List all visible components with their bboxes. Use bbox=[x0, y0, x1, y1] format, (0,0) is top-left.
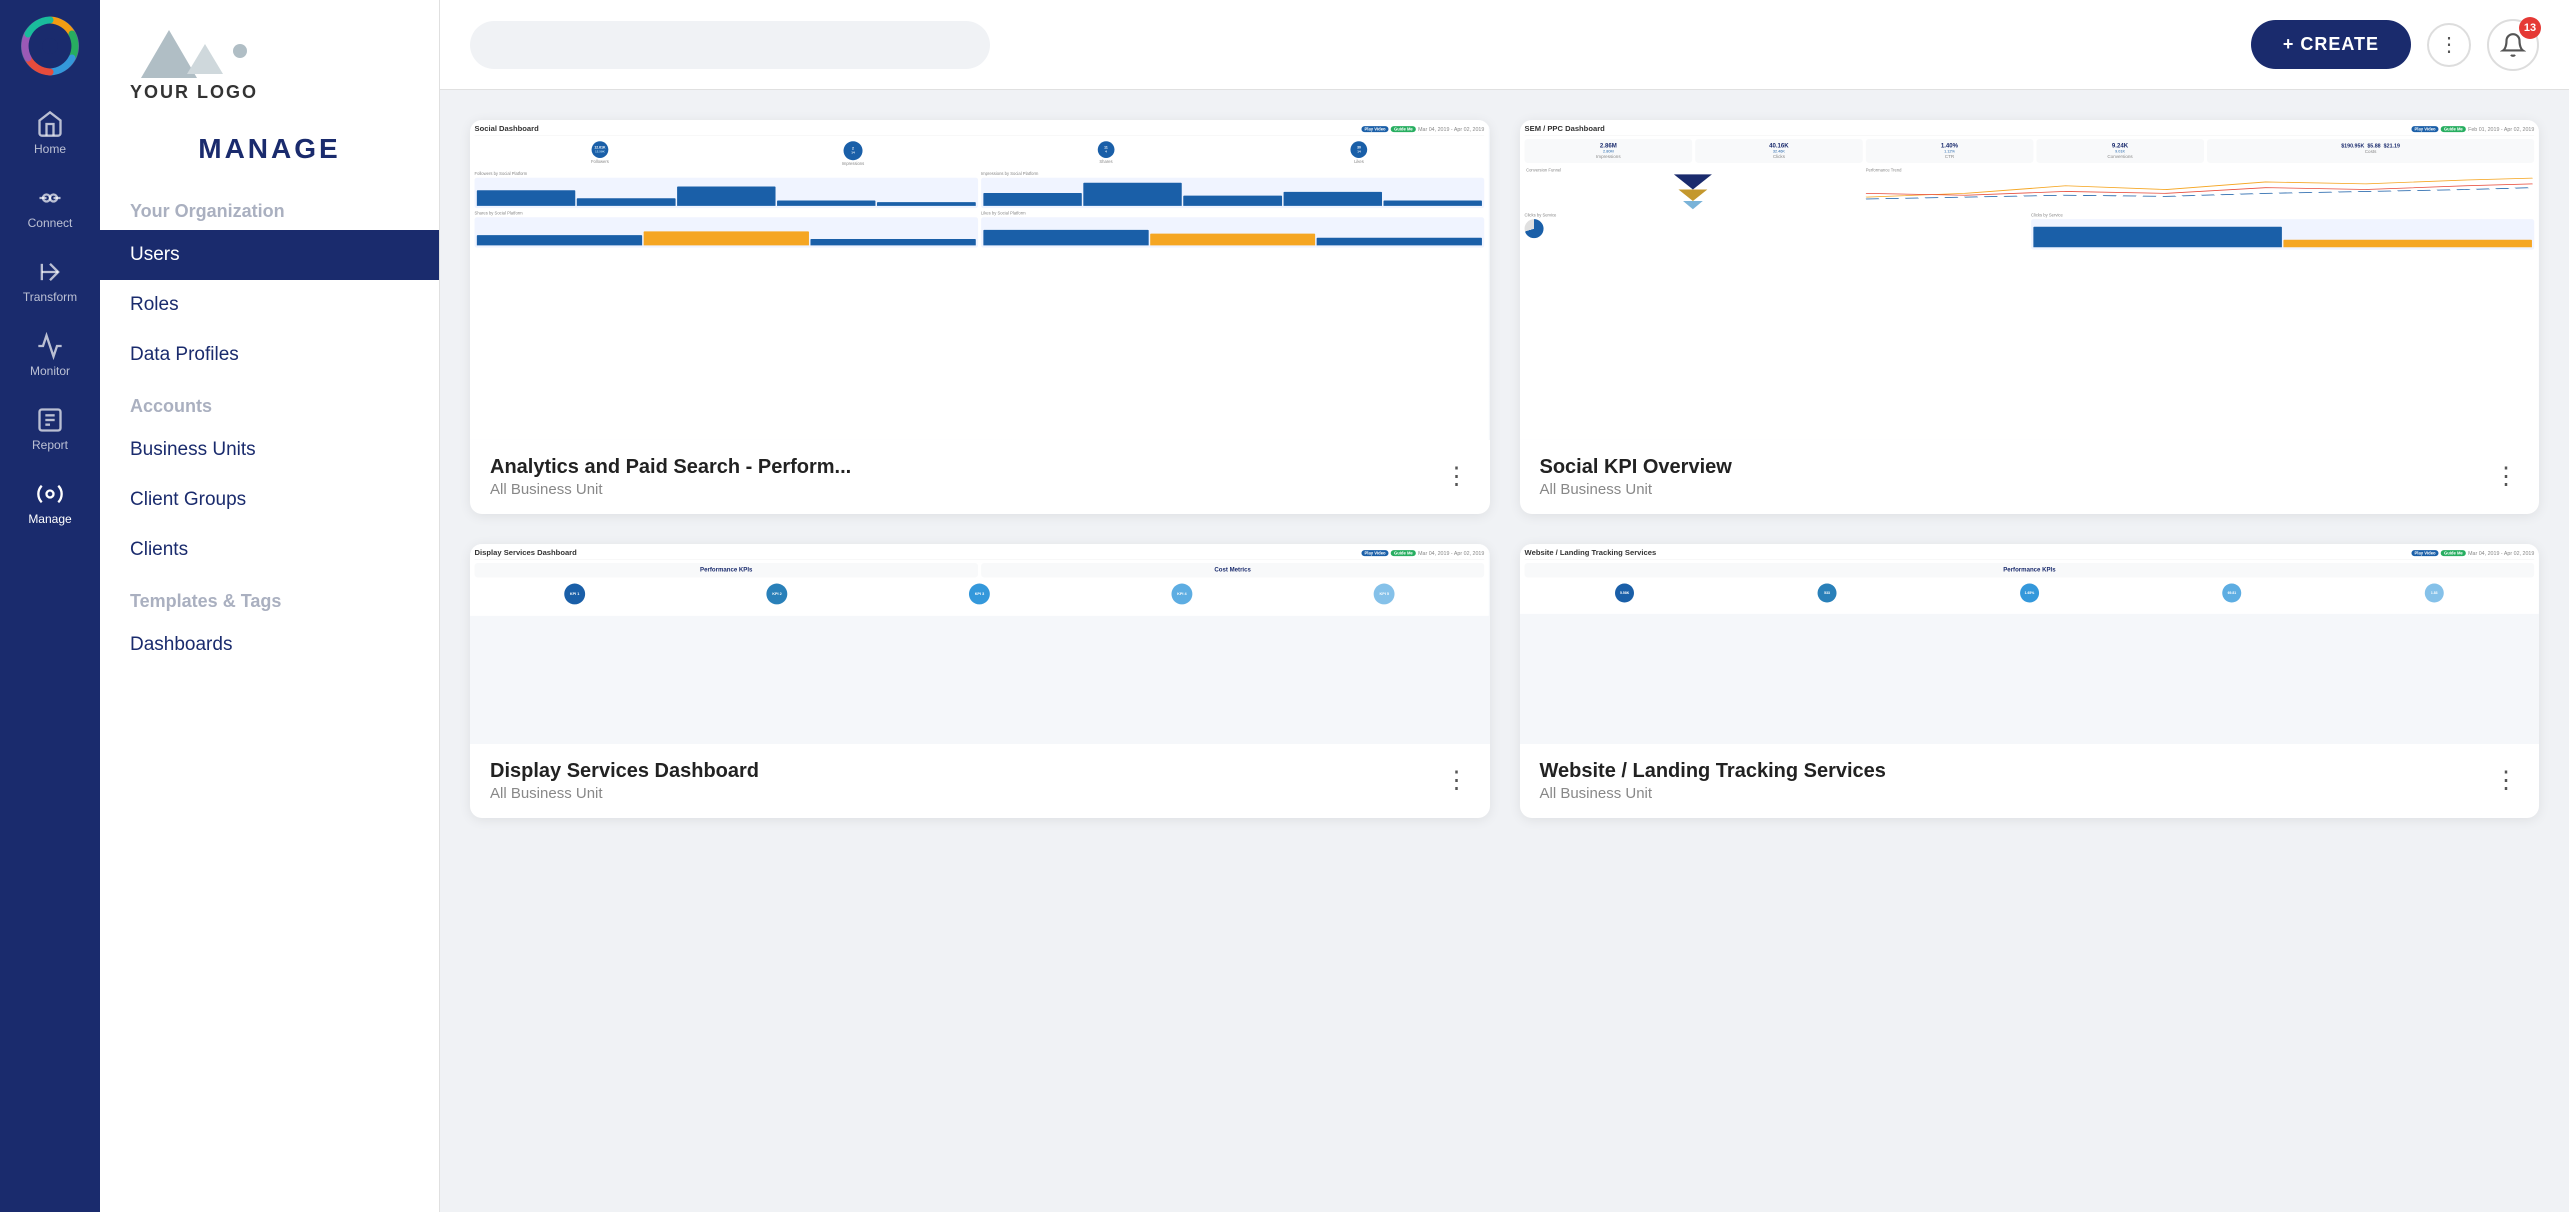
card-title-4: Website / Landing Tracking Services bbox=[1540, 760, 1886, 783]
card-info-2: Social KPI Overview All Business Unit ⋮ bbox=[1520, 440, 2540, 514]
nav-label-connect: Connect bbox=[28, 216, 73, 230]
monitor-icon bbox=[36, 332, 64, 360]
card-subtitle-3: All Business Unit bbox=[490, 785, 759, 802]
nav-item-connect[interactable]: Connect bbox=[0, 170, 100, 244]
card-social-kpi: SEM / PPC Dashboard Play Video Guide Me … bbox=[1520, 120, 2540, 514]
sidebar-item-data-profiles[interactable]: Data Profiles bbox=[100, 330, 439, 380]
notifications-button[interactable]: 13 bbox=[2487, 19, 2539, 71]
logo-text: YOUR LOGO bbox=[130, 82, 258, 103]
card-info-3: Display Services Dashboard All Business … bbox=[470, 744, 1490, 818]
topbar-right: + CREATE ⋮ 13 bbox=[2251, 19, 2539, 71]
topbar: + CREATE ⋮ 13 bbox=[440, 0, 2569, 90]
section-label-accounts: Accounts bbox=[100, 380, 439, 425]
sidebar-item-business-units[interactable]: Business Units bbox=[100, 425, 439, 475]
sidebar-item-client-groups[interactable]: Client Groups bbox=[100, 475, 439, 525]
card-preview-3: Display Services Dashboard Play Video Gu… bbox=[470, 544, 1490, 744]
nav-label-monitor: Monitor bbox=[30, 364, 70, 378]
connect-icon bbox=[36, 184, 64, 212]
home-icon bbox=[36, 110, 64, 138]
report-icon bbox=[36, 406, 64, 434]
section-label-org: Your Organization bbox=[100, 185, 439, 230]
nav-item-transform[interactable]: Transform bbox=[0, 244, 100, 318]
icon-nav: Home Connect Transform Monitor Report bbox=[0, 0, 100, 1212]
manage-title: MANAGE bbox=[100, 123, 439, 185]
sidebar-item-dashboards[interactable]: Dashboards bbox=[100, 620, 439, 670]
card-title-3: Display Services Dashboard bbox=[490, 760, 759, 783]
notification-badge: 13 bbox=[2519, 17, 2541, 39]
nav-item-monitor[interactable]: Monitor bbox=[0, 318, 100, 392]
card-more-button-1[interactable]: ⋮ bbox=[1445, 465, 1470, 489]
card-website-landing: Website / Landing Tracking Services Play… bbox=[1520, 544, 2540, 818]
triangle-small bbox=[187, 44, 223, 74]
sidebar-logo-area: YOUR LOGO bbox=[100, 0, 439, 123]
card-title-2: Social KPI Overview bbox=[1540, 456, 1732, 479]
logo-circle bbox=[233, 44, 247, 58]
more-dots-icon: ⋮ bbox=[2439, 32, 2459, 57]
search-input[interactable] bbox=[470, 21, 990, 69]
nav-item-report[interactable]: Report bbox=[0, 392, 100, 466]
nav-item-manage[interactable]: Manage bbox=[0, 466, 100, 540]
card-analytics-paid-search: Social Dashboard Play Video Guide Me Mar… bbox=[470, 120, 1490, 514]
section-label-templates: Templates & Tags bbox=[100, 575, 439, 620]
main-content: + CREATE ⋮ 13 Social Dashboard bbox=[440, 0, 2569, 1212]
card-subtitle-2: All Business Unit bbox=[1540, 481, 1732, 498]
card-preview-2: SEM / PPC Dashboard Play Video Guide Me … bbox=[1520, 120, 2540, 440]
create-button[interactable]: + CREATE bbox=[2251, 20, 2411, 69]
card-info-1: Analytics and Paid Search - Perform... A… bbox=[470, 440, 1490, 514]
logo-placeholder: YOUR LOGO bbox=[130, 30, 258, 103]
card-subtitle-1: All Business Unit bbox=[490, 481, 851, 498]
dashboard-grid: Social Dashboard Play Video Guide Me Mar… bbox=[440, 90, 2569, 1212]
nav-label-home: Home bbox=[34, 142, 66, 156]
logo-triangles bbox=[141, 30, 247, 78]
card-info-4: Website / Landing Tracking Services All … bbox=[1520, 744, 2540, 818]
card-preview-4: Website / Landing Tracking Services Play… bbox=[1520, 544, 2540, 744]
nav-item-home[interactable]: Home bbox=[0, 96, 100, 170]
card-more-button-4[interactable]: ⋮ bbox=[2494, 769, 2519, 793]
nav-label-transform: Transform bbox=[23, 290, 77, 304]
sidebar-item-clients[interactable]: Clients bbox=[100, 525, 439, 575]
nav-label-manage: Manage bbox=[28, 512, 71, 526]
card-more-button-3[interactable]: ⋮ bbox=[1445, 769, 1470, 793]
app-logo bbox=[20, 16, 80, 76]
card-preview-1: Social Dashboard Play Video Guide Me Mar… bbox=[470, 120, 1490, 440]
sidebar: YOUR LOGO MANAGE Your Organization Users… bbox=[100, 0, 440, 1212]
nav-label-report: Report bbox=[32, 438, 68, 452]
more-options-button[interactable]: ⋮ bbox=[2427, 23, 2471, 67]
card-display-services: Display Services Dashboard Play Video Gu… bbox=[470, 544, 1490, 818]
card-more-button-2[interactable]: ⋮ bbox=[2494, 465, 2519, 489]
sidebar-item-users[interactable]: Users bbox=[100, 230, 439, 280]
card-title-1: Analytics and Paid Search - Perform... bbox=[490, 456, 851, 479]
manage-icon bbox=[36, 480, 64, 508]
card-subtitle-4: All Business Unit bbox=[1540, 785, 1886, 802]
sidebar-item-roles[interactable]: Roles bbox=[100, 280, 439, 330]
transform-icon bbox=[36, 258, 64, 286]
